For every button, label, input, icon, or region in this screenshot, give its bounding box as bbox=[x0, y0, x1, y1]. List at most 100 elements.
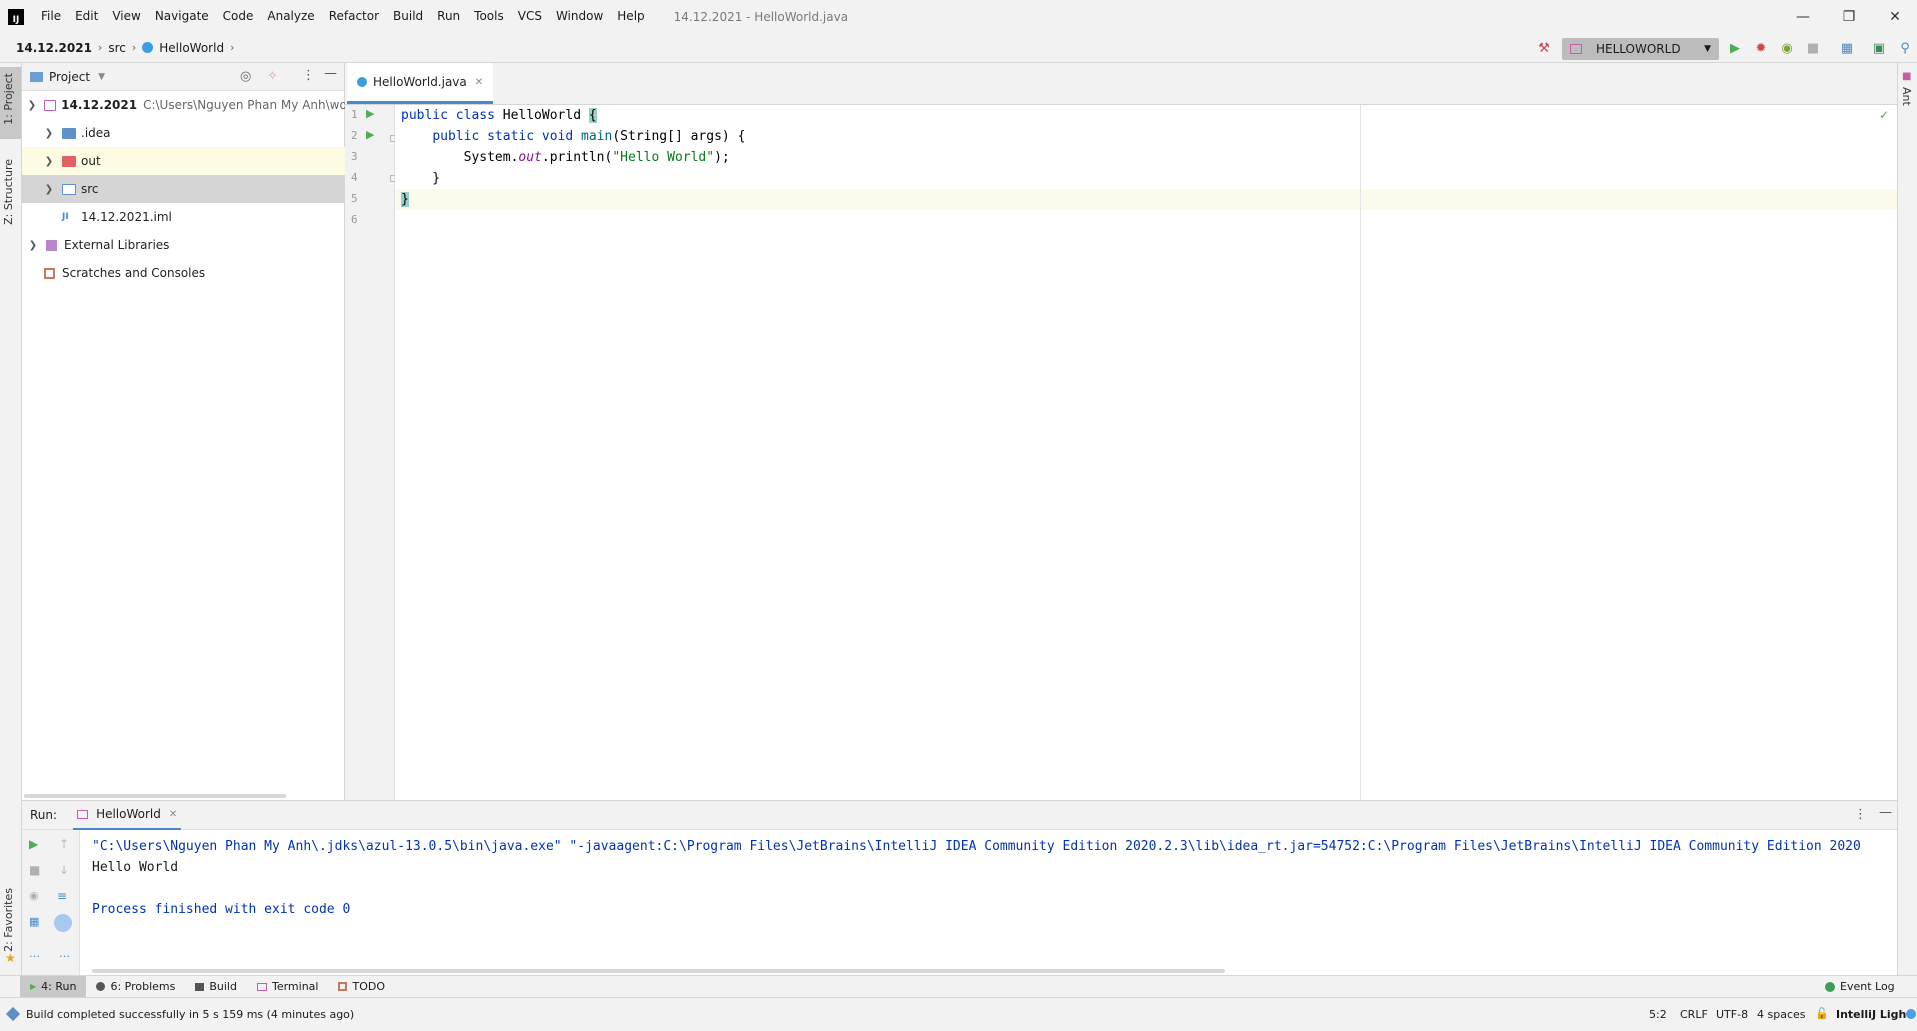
close-tab-icon[interactable]: ✕ bbox=[169, 809, 177, 820]
run-tab-helloworld[interactable]: HelloWorld ✕ bbox=[73, 801, 182, 830]
run-gutter-icon[interactable]: ▶ bbox=[366, 107, 374, 120]
restore-icon[interactable]: ❐ bbox=[1826, 0, 1872, 33]
application-config-icon bbox=[77, 809, 89, 819]
menu-navigate[interactable]: Navigate bbox=[148, 0, 216, 33]
menu-build[interactable]: Build bbox=[386, 0, 430, 33]
layout-icon[interactable]: ▦ bbox=[29, 915, 39, 928]
project-view-selector[interactable]: Project bbox=[49, 70, 90, 84]
scroll-to-end-icon[interactable] bbox=[54, 914, 72, 932]
project-view-icon bbox=[30, 71, 43, 82]
run-gutter-icon[interactable]: ▶ bbox=[366, 128, 374, 141]
lock-icon[interactable]: 🔓 bbox=[1815, 1007, 1829, 1020]
scroll-up-icon[interactable]: ↑ bbox=[59, 837, 69, 851]
chevron-right-icon[interactable]: ❯ bbox=[26, 240, 40, 251]
stop-icon[interactable]: ■ bbox=[1805, 40, 1821, 56]
console-horizontal-scrollbar[interactable] bbox=[92, 969, 1225, 973]
tree-item-out[interactable]: ❯ out bbox=[22, 147, 345, 175]
tool-tab-ant[interactable]: Ant bbox=[1900, 87, 1913, 106]
menu-refactor[interactable]: Refactor bbox=[322, 0, 386, 33]
theme-indicator[interactable]: IntelliJ Light bbox=[1836, 1008, 1912, 1021]
chevron-down-icon[interactable]: ❯ bbox=[26, 100, 38, 111]
tool-tab-structure[interactable]: Z: Structure bbox=[2, 159, 15, 225]
menu-code[interactable]: Code bbox=[216, 0, 261, 33]
intellij-logo-icon[interactable]: IJ bbox=[8, 8, 24, 25]
event-log-tab[interactable]: Event Log bbox=[1815, 976, 1905, 998]
rerun-icon[interactable]: ▶ bbox=[29, 837, 38, 851]
run-configuration-selector[interactable]: HELLOWORLD ▼ bbox=[1562, 38, 1719, 60]
minimize-icon[interactable]: — bbox=[1780, 0, 1826, 33]
code-line-1: public class HelloWorld { bbox=[401, 108, 597, 123]
tree-item-scratches[interactable]: Scratches and Consoles bbox=[22, 259, 345, 287]
more-actions-icon[interactable]: … bbox=[59, 947, 70, 960]
tool-tab-project[interactable]: 1: Project bbox=[2, 73, 15, 125]
tree-root-node[interactable]: ❯ 14.12.2021 C:\Users\Nguyen Phan My Anh… bbox=[22, 91, 345, 119]
menu-analyze[interactable]: Analyze bbox=[260, 0, 321, 33]
menu-run[interactable]: Run bbox=[430, 0, 467, 33]
search-everywhere-icon[interactable]: ⚲ bbox=[1897, 40, 1913, 56]
menu-file[interactable]: File bbox=[34, 0, 68, 33]
inspection-ok-check-icon[interactable]: ✓ bbox=[1879, 108, 1889, 122]
run-toolbar: ▶ ■ ◉ ▦ … ↑ ↓ ≡ … bbox=[22, 830, 80, 976]
chevron-right-icon[interactable]: ❯ bbox=[42, 156, 56, 167]
tool-tab-terminal[interactable]: Terminal bbox=[247, 976, 329, 998]
close-tab-icon[interactable]: ✕ bbox=[475, 77, 483, 88]
hide-panel-icon[interactable]: — bbox=[324, 66, 337, 81]
menu-window[interactable]: Window bbox=[549, 0, 610, 33]
file-encoding[interactable]: UTF-8 bbox=[1716, 1008, 1748, 1021]
stop-icon[interactable]: ■ bbox=[29, 863, 40, 877]
event-log-icon bbox=[1825, 981, 1835, 992]
project-structure-icon[interactable]: ▦ bbox=[1839, 40, 1855, 56]
more-options-icon[interactable]: ⋮ bbox=[302, 68, 315, 83]
line-separator[interactable]: CRLF bbox=[1680, 1008, 1708, 1021]
indent-setting[interactable]: 4 spaces bbox=[1757, 1008, 1806, 1021]
build-hammer-icon[interactable]: ⚒ bbox=[1536, 40, 1552, 56]
menu-tools[interactable]: Tools bbox=[467, 0, 511, 33]
tree-item-external-libraries[interactable]: ❯ External Libraries bbox=[22, 231, 345, 259]
hide-panel-icon[interactable]: — bbox=[1879, 805, 1892, 820]
iml-file-icon: JI bbox=[62, 212, 69, 222]
horizontal-scrollbar[interactable] bbox=[24, 794, 286, 798]
run-icon[interactable]: ▶ bbox=[1727, 40, 1743, 56]
line-number: 6 bbox=[351, 213, 358, 226]
build-status-icon bbox=[5, 1006, 21, 1022]
more-options-icon[interactable]: ⋮ bbox=[1854, 807, 1867, 822]
chevron-right-icon: › bbox=[230, 41, 235, 54]
locate-target-icon[interactable]: ◎ bbox=[240, 69, 251, 84]
chevron-right-icon[interactable]: ❯ bbox=[42, 184, 56, 195]
menu-view[interactable]: View bbox=[105, 0, 147, 33]
chevron-right-icon[interactable]: ❯ bbox=[42, 128, 56, 139]
tree-item-idea[interactable]: ❯ .idea bbox=[22, 119, 345, 147]
tool-tab-problems[interactable]: 6: Problems bbox=[86, 976, 185, 998]
chevron-down-icon[interactable]: ▼ bbox=[98, 72, 105, 82]
notifications-icon[interactable] bbox=[1906, 1009, 1916, 1019]
tree-item-label: .idea bbox=[81, 126, 111, 140]
tree-item-src[interactable]: ❯ src bbox=[22, 175, 345, 203]
scroll-down-icon[interactable]: ↓ bbox=[59, 863, 69, 877]
tool-tab-favorites[interactable]: 2: Favorites bbox=[2, 888, 15, 952]
collapse-all-icon[interactable]: ✧ bbox=[267, 69, 278, 84]
problems-icon bbox=[96, 982, 106, 991]
menu-edit[interactable]: Edit bbox=[68, 0, 105, 33]
tree-item-iml[interactable]: JI 14.12.2021.iml bbox=[22, 203, 345, 231]
more-actions-icon[interactable]: … bbox=[29, 947, 40, 960]
breadcrumb-src[interactable]: src bbox=[108, 41, 126, 55]
debug-icon[interactable]: ✹ bbox=[1753, 40, 1769, 56]
tool-tab-todo[interactable]: TODO bbox=[328, 976, 395, 998]
status-message[interactable]: Build completed successfully in 5 s 159 … bbox=[26, 1008, 354, 1021]
soft-wrap-icon[interactable]: ≡ bbox=[57, 889, 67, 903]
right-margin-guide bbox=[1360, 105, 1361, 800]
menu-help[interactable]: Help bbox=[610, 0, 651, 33]
menu-vcs[interactable]: VCS bbox=[511, 0, 549, 33]
editor-tab-helloworld[interactable]: HelloWorld.java ✕ bbox=[347, 63, 494, 104]
close-window-icon[interactable]: ✕ bbox=[1872, 0, 1917, 33]
run-icon: ▶ bbox=[30, 982, 37, 991]
code-editor[interactable]: public class HelloWorld { public static … bbox=[395, 105, 1897, 800]
tool-tab-run[interactable]: ▶ 4: Run bbox=[20, 975, 87, 998]
terminal-icon[interactable]: ▣ bbox=[1871, 40, 1887, 56]
caret-position[interactable]: 5:2 bbox=[1649, 1008, 1667, 1021]
breadcrumb-helloworld[interactable]: HelloWorld bbox=[142, 41, 224, 55]
coverage-icon[interactable]: ◉ bbox=[1779, 40, 1795, 56]
dump-threads-icon[interactable]: ◉ bbox=[29, 889, 39, 902]
tool-tab-build[interactable]: Build bbox=[185, 976, 247, 998]
breadcrumb-project[interactable]: 14.12.2021 bbox=[16, 41, 92, 55]
